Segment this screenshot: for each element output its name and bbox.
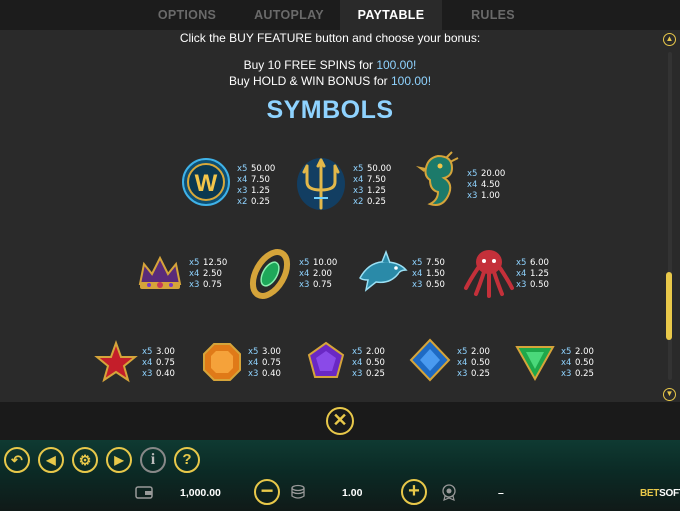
- trident-icon: [297, 158, 345, 210]
- wild-paytable: x5 50.00 x4 7.50 x3 1.25 x2 0.25: [237, 164, 276, 207]
- minus-icon: −: [260, 478, 274, 503]
- green-triangle-paytable: x5 2.00 x4 0.50 x3 0.25: [561, 347, 594, 379]
- buy-feature-instruction: Click the BUY FEATURE button and choose …: [179, 31, 481, 45]
- octopus-icon: [464, 250, 514, 298]
- scroll-up-button[interactable]: ▲: [663, 33, 676, 46]
- back-arrow-icon: ↶: [11, 452, 23, 468]
- question-icon: ?: [182, 451, 192, 468]
- crown-icon: [138, 255, 182, 289]
- balance-value: 1,000.00: [180, 487, 221, 499]
- wild-w-icon: W: [182, 158, 230, 206]
- tab-paytable[interactable]: PAYTABLE: [340, 0, 442, 30]
- close-paytable-button[interactable]: ✕: [326, 407, 354, 435]
- scrollbar-thumb[interactable]: [666, 272, 672, 340]
- symbols-heading: SYMBOLS: [266, 96, 394, 124]
- red-star-gem-icon: [94, 340, 138, 383]
- game-control-bar: ↶ ◀ ⚙ ▶ i ? 1,000.00 − 1.00 + –: [0, 440, 680, 511]
- purple-pentagon-gem-icon: [307, 341, 345, 378]
- blue-diamond-gem-icon: [409, 338, 451, 382]
- orange-octagon-gem-icon: [203, 343, 241, 381]
- green-triangle-gem-icon: [515, 346, 555, 382]
- emerald-bracelet-paytable: x5 10.00 x4 2.00 x3 0.75: [299, 258, 338, 290]
- coins-stack-icon: [291, 484, 305, 499]
- previous-button[interactable]: ◀: [38, 447, 64, 473]
- dolphin-icon: [359, 249, 408, 292]
- plus-icon: +: [408, 480, 420, 502]
- settings-button[interactable]: ⚙: [72, 447, 98, 473]
- buy-hold-win-text: Buy HOLD & WIN BONUS for 100.00!: [0, 74, 660, 88]
- dolphin-paytable: x5 7.50 x4 1.50 x3 0.50: [412, 258, 445, 290]
- home-back-button[interactable]: ↶: [4, 447, 30, 473]
- tab-bar: OPTIONS AUTOPLAY PAYTABLE RULES: [0, 0, 680, 30]
- wallet-icon: [135, 486, 153, 499]
- buy-hold-win-label: Buy HOLD & WIN BONUS for: [228, 74, 391, 88]
- info-icon: i: [150, 451, 156, 468]
- bet-value: 1.00: [342, 487, 363, 499]
- buy-free-spins-label: Buy 10 FREE SPINS for: [243, 58, 377, 72]
- help-button[interactable]: ?: [174, 447, 200, 473]
- tab-autoplay[interactable]: AUTOPLAY: [238, 0, 340, 30]
- win-medal-icon: [442, 484, 456, 501]
- decrease-bet-button[interactable]: −: [254, 479, 280, 505]
- autoplay-button[interactable]: ▶: [106, 447, 132, 473]
- paytable-panel: Click the BUY FEATURE button and choose …: [0, 30, 680, 402]
- triangle-left-icon: ◀: [46, 453, 56, 467]
- gear-icon: ⚙: [78, 452, 92, 468]
- tab-rules[interactable]: RULES: [442, 0, 544, 30]
- buy-free-spins-price: 100.00!: [376, 58, 417, 72]
- win-value: –: [498, 487, 504, 499]
- purple-pentagon-paytable: x5 2.00 x4 0.50 x3 0.25: [352, 347, 385, 379]
- seahorse-icon: [416, 151, 459, 206]
- buy-hold-win-price: 100.00!: [390, 74, 432, 88]
- svg-text:W: W: [195, 170, 218, 197]
- blue-diamond-paytable: x5 2.00 x4 0.50 x3 0.25: [457, 347, 490, 379]
- scroll-down-button[interactable]: ▼: [663, 388, 676, 401]
- trident-paytable: x5 50.00 x4 7.50 x3 1.25 x2 0.25: [353, 164, 392, 207]
- tab-options[interactable]: OPTIONS: [136, 0, 238, 30]
- refresh-play-icon: ▶: [114, 453, 124, 467]
- increase-bet-button[interactable]: +: [401, 479, 427, 505]
- crown-paytable: x5 12.50 x4 2.50 x3 0.75: [189, 258, 228, 290]
- octopus-paytable: x5 6.00 x4 1.25 x3 0.50: [516, 258, 549, 290]
- red-star-paytable: x5 3.00 x4 0.75 x3 0.40: [142, 347, 175, 379]
- betsoft-logo: BETSOFT: [640, 488, 680, 499]
- info-button[interactable]: i: [140, 447, 166, 473]
- buy-free-spins-text: Buy 10 FREE SPINS for 100.00!: [0, 58, 660, 72]
- seahorse-paytable: x5 20.00 x4 4.50 x3 1.00: [467, 169, 506, 201]
- emerald-bracelet-icon: [249, 249, 291, 299]
- orange-octagon-paytable: x5 3.00 x4 0.75 x3 0.40: [248, 347, 281, 379]
